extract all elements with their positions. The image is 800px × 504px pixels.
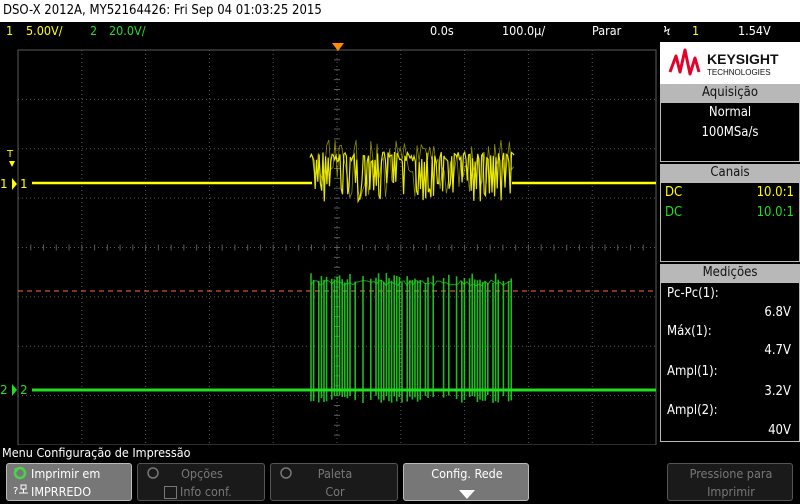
svg-text:KEYSIGHT: KEYSIGHT (707, 51, 779, 67)
ch2-level-label: 2 (20, 383, 28, 397)
time-delay[interactable]: 0.0s (430, 22, 454, 40)
ch1-coupling: DC (665, 185, 683, 200)
acquisition-header[interactable]: Aquisição (660, 84, 800, 102)
ch1-ground-marker: 1 (0, 177, 8, 191)
press-to-print-softkey[interactable]: Pressione para Imprimir (667, 463, 793, 501)
arrow-down-icon (457, 486, 477, 500)
meas-label-pkpk1: Pc-Pc(1): (667, 286, 719, 301)
window-title: DSO-X 2012A, MY52164426: Fri Sep 04 01:0… (0, 0, 800, 22)
channels-body: DC 10.0:1 DC 10.0:1 (660, 182, 800, 262)
print-to-softkey[interactable]: Imprimir em ? IMPRREDO (6, 463, 132, 501)
meas-value-pkpk1: 6.8V (764, 305, 791, 320)
ch1-level-label: 1 (20, 177, 28, 191)
network-icon: ? (13, 483, 28, 497)
ch2-coupling: DC (665, 205, 683, 220)
setup-info-label: Info conf. (180, 484, 232, 499)
meas-value-ampl1: 3.2V (764, 384, 791, 399)
ch2-number[interactable]: 2 (90, 22, 97, 40)
meas-value-max1: 4.7V (764, 343, 791, 358)
setup-info-checkbox[interactable] (164, 486, 177, 499)
meas-label-ampl2: Ampl(2): (667, 403, 718, 418)
rotate-knob-icon (13, 466, 27, 480)
channels-header[interactable]: Canais (660, 164, 800, 182)
keysight-wave-icon: KEYSIGHT TECHNOLOGIES (668, 48, 779, 77)
options-softkey[interactable]: Opções Info conf. (137, 463, 265, 501)
run-state[interactable]: Parar (592, 22, 621, 40)
network-setup-softkey[interactable]: Config. Rede (403, 463, 529, 501)
ch2-scale[interactable]: 20.0V/ (109, 22, 146, 40)
print-to-label: Imprimir em (31, 466, 101, 481)
press-to-print-sub: Imprimir (707, 484, 755, 499)
ch2-probe: 10.0:1 (756, 205, 794, 220)
side-panel: KEYSIGHT TECHNOLOGIES Aquisição Normal 1… (660, 42, 800, 442)
keysight-logo: KEYSIGHT TECHNOLOGIES (660, 42, 800, 86)
acquisition-rate: 100MSa/s (701, 125, 759, 140)
measurements-body: Pc-Pc(1): 6.8V Máx(1): 4.7V Ampl(1): 3.2… (660, 282, 800, 442)
network-setup-label: Config. Rede (431, 466, 503, 481)
trigger-marker-arrow-icon (9, 161, 15, 167)
measurements-header[interactable]: Medições (660, 264, 800, 282)
press-to-print-label: Pressione para (689, 466, 773, 481)
palette-label: Paleta (317, 466, 353, 481)
meas-value-ampl2: 40V (768, 423, 791, 438)
ch2-ground-arrow-icon (12, 384, 17, 396)
ch1-probe: 10.0:1 (756, 185, 794, 200)
meas-label-ampl1: Ampl(1): (667, 364, 718, 379)
meas-label-max1: Máx(1): (667, 324, 712, 339)
time-scale[interactable]: 100.0µ/ (502, 22, 545, 40)
acquisition-mode: Normal (708, 105, 752, 120)
palette-softkey[interactable]: Paleta Cor (270, 463, 398, 501)
trigger-slope-icon: Ϟ (663, 23, 671, 38)
menu-title: Menu Configuração de Impressão (2, 445, 191, 460)
trigger-level[interactable]: 1.54V (738, 22, 771, 40)
trigger-channel[interactable]: 1 (692, 22, 699, 40)
trigger-marker-icon: T (6, 149, 14, 160)
status-bar: 1 5.00V/ 2 20.0V/ 0.0s 100.0µ/ Parar Ϟ 1… (0, 22, 800, 40)
svg-text:TECHNOLOGIES: TECHNOLOGIES (707, 68, 771, 77)
options-label: Opções (181, 466, 223, 481)
print-to-value: IMPRREDO (31, 484, 92, 499)
acquisition-body: Normal 100MSa/s (660, 102, 800, 162)
palette-value: Cor (325, 484, 345, 499)
ch2-waveform (32, 273, 656, 403)
svg-text:?: ? (13, 486, 18, 497)
waveform-display[interactable]: T 1 1 2 2 (0, 40, 660, 445)
ch1-scale[interactable]: 5.00V/ (26, 22, 63, 40)
ch1-number[interactable]: 1 (6, 22, 13, 40)
ch2-ground-marker: 2 (0, 383, 8, 397)
